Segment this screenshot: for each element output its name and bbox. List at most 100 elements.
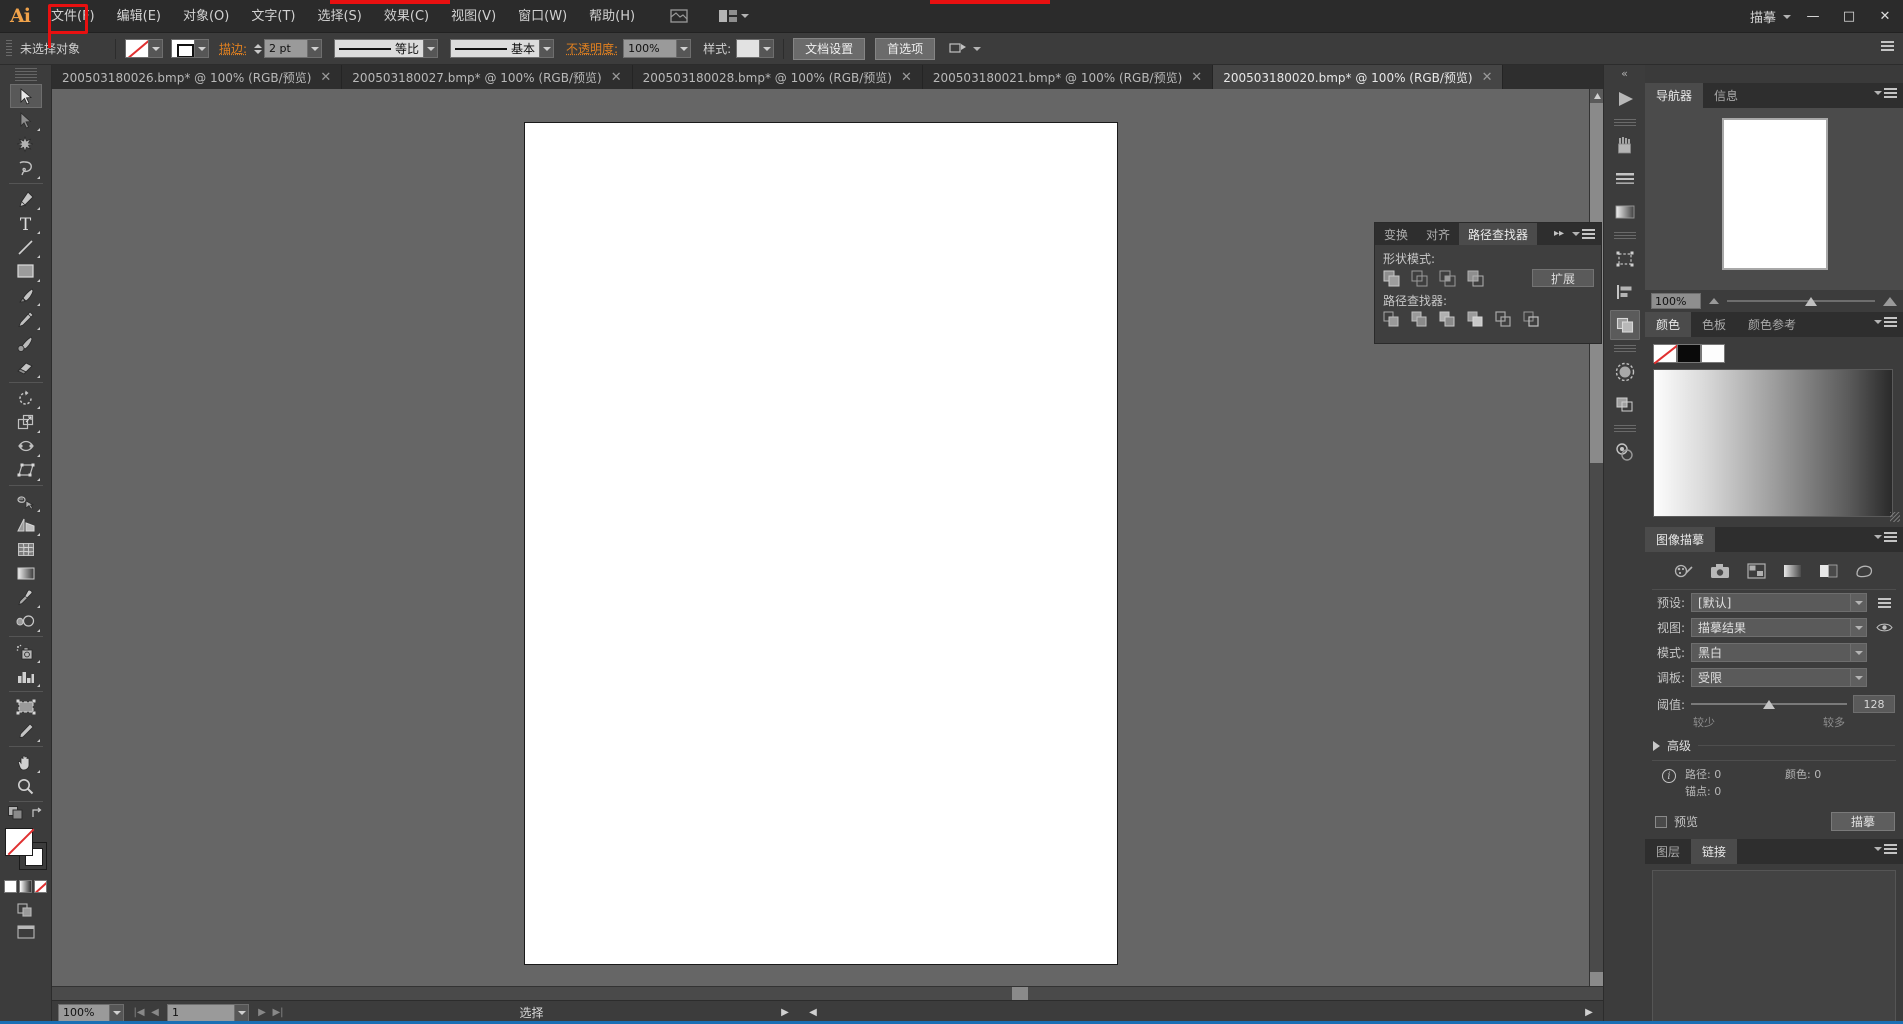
document-tab[interactable]: 200503180026.bmp* @ 100% (RGB/预览) ✕: [52, 65, 343, 89]
control-bar-menu[interactable]: [1881, 41, 1895, 55]
outline-icon[interactable]: [1853, 561, 1875, 581]
prev-page-button[interactable]: ◀: [147, 1004, 163, 1022]
horizontal-scroll-thumb[interactable]: [1012, 987, 1028, 1000]
line-segment-tool[interactable]: [10, 235, 42, 259]
opacity-control[interactable]: 100%: [623, 39, 692, 58]
workspace-switcher[interactable]: 描摹: [1750, 0, 1791, 33]
menu-item-view[interactable]: 视图(V): [440, 0, 507, 33]
dock-group-grip[interactable]: [1613, 425, 1636, 434]
blackwhite-icon[interactable]: [1817, 561, 1839, 581]
fill-stroke-indicator[interactable]: [3, 828, 49, 872]
tab-layers[interactable]: 图层: [1645, 839, 1692, 864]
style-swatch[interactable]: [736, 39, 761, 58]
paintbrush-tool[interactable]: [10, 283, 42, 307]
color-mode-icon[interactable]: [4, 880, 17, 893]
stroke-icon[interactable]: [1610, 164, 1640, 194]
zoom-dropdown-arrow[interactable]: [110, 1003, 124, 1022]
links-list[interactable]: [1652, 870, 1896, 1022]
minus-front-icon[interactable]: [1411, 270, 1428, 287]
menu-item-select[interactable]: 选择(S): [306, 0, 372, 33]
collapse-icon[interactable]: ▸▸: [1554, 228, 1564, 239]
navigator-panel-menu[interactable]: [1874, 88, 1897, 98]
magic-wand-tool[interactable]: [10, 132, 42, 156]
free-transform-tool[interactable]: [10, 458, 42, 482]
palette-select[interactable]: 受限: [1691, 668, 1867, 687]
next-page-button[interactable]: ▶: [254, 1004, 270, 1022]
stroke-dropdown-arrow[interactable]: [195, 39, 209, 58]
intersect-icon[interactable]: [1439, 270, 1456, 287]
color-panel-menu[interactable]: [1874, 317, 1897, 327]
brush-dropdown-arrow[interactable]: [540, 39, 555, 58]
minimize-button[interactable]: —: [1795, 0, 1831, 33]
tab-image-trace[interactable]: 图像描摹: [1645, 527, 1716, 552]
outline-icon[interactable]: [1495, 311, 1512, 328]
trim-icon[interactable]: [1411, 311, 1428, 328]
preset-menu-icon[interactable]: [1873, 597, 1895, 608]
swap-fill-stroke-icon[interactable]: [31, 805, 44, 824]
tab-close-icon[interactable]: ✕: [320, 71, 331, 84]
navigator-zoom-slider[interactable]: [1727, 293, 1875, 309]
bridge-icon[interactable]: [666, 5, 692, 27]
column-graph-tool[interactable]: [10, 664, 42, 688]
panel-resize-grip[interactable]: [1890, 512, 1900, 522]
divide-icon[interactable]: [1383, 311, 1400, 328]
hand-tool[interactable]: [10, 750, 42, 774]
style-dropdown-arrow[interactable]: [760, 39, 775, 58]
tab-align[interactable]: 对齐: [1417, 223, 1459, 245]
drawing-mode-icon[interactable]: [0, 903, 51, 917]
transform-icon[interactable]: [1610, 244, 1640, 274]
tab-close-icon[interactable]: ✕: [1191, 71, 1202, 84]
graphic-styles-icon[interactable]: [1610, 437, 1640, 467]
menu-item-effect[interactable]: 效果(C): [373, 0, 440, 33]
appearance-icon[interactable]: [1610, 390, 1640, 420]
view-eye-icon[interactable]: [1873, 622, 1895, 633]
preview-checkbox[interactable]: [1655, 815, 1667, 828]
dock-group-grip[interactable]: [1613, 119, 1636, 128]
gradient-icon[interactable]: [1610, 197, 1640, 227]
zoom-level-field[interactable]: 100%: [58, 1003, 110, 1022]
profile-dropdown-arrow[interactable]: [424, 39, 439, 58]
stroke-weight-label[interactable]: 描边:: [219, 40, 247, 57]
perspective-grid-tool[interactable]: [10, 513, 42, 537]
mesh-tool[interactable]: [10, 537, 42, 561]
zoom-tool[interactable]: [10, 774, 42, 798]
color-black-swatch[interactable]: [1677, 344, 1701, 363]
auto-color-icon[interactable]: [1673, 561, 1695, 581]
image-trace-panel-menu[interactable]: [1874, 532, 1897, 542]
high-color-icon[interactable]: [1709, 561, 1731, 581]
fill-swatch[interactable]: [125, 39, 149, 58]
preset-select[interactable]: [默认]: [1691, 593, 1867, 612]
advanced-section-toggle[interactable]: 高级: [1645, 730, 1903, 760]
dock-group-grip[interactable]: [1613, 345, 1636, 354]
trace-button[interactable]: 描摹: [1831, 812, 1895, 831]
color-white-swatch[interactable]: [1701, 344, 1725, 363]
lasso-tool[interactable]: [10, 156, 42, 180]
status-menu-arrow[interactable]: ▶: [777, 1004, 793, 1022]
close-button[interactable]: ✕: [1867, 0, 1903, 33]
document-tab[interactable]: 200503180027.bmp* @ 100% (RGB/预览) ✕: [342, 65, 633, 89]
tab-pathfinder[interactable]: 路径查找器: [1459, 223, 1538, 245]
expand-panels-icon[interactable]: «: [1604, 65, 1645, 81]
unite-icon[interactable]: [1383, 270, 1400, 287]
graphic-style-control[interactable]: [736, 39, 775, 58]
first-page-button[interactable]: |◀: [131, 1004, 147, 1022]
grayscale-icon[interactable]: [1781, 561, 1803, 581]
width-tool[interactable]: [10, 434, 42, 458]
vertical-scroll-marker[interactable]: [1590, 972, 1603, 986]
document-tab[interactable]: 200503180021.bmp* @ 100% (RGB/预览) ✕: [922, 65, 1214, 89]
selection-tool[interactable]: [9, 84, 42, 108]
tab-info[interactable]: 信息: [1703, 83, 1750, 108]
tab-close-icon[interactable]: ✕: [1482, 71, 1493, 84]
tab-color-guide[interactable]: 颜色参考: [1737, 312, 1808, 337]
tab-links[interactable]: 链接: [1691, 839, 1738, 864]
brush-definition-control[interactable]: 基本: [450, 39, 555, 58]
pathfinder-panel[interactable]: 变换 对齐 路径查找器 ▸▸ 形状模式: 扩展 路径查找器:: [1374, 222, 1602, 344]
mode-select[interactable]: 黑白: [1691, 643, 1867, 662]
stroke-weight-field[interactable]: 2 pt: [264, 39, 309, 58]
rotate-tool[interactable]: [10, 386, 42, 410]
gradient-tool[interactable]: [10, 561, 42, 585]
horizontal-scrollbar[interactable]: [52, 986, 1603, 1000]
dock-group-grip[interactable]: [1613, 232, 1636, 241]
pen-tool[interactable]: [10, 187, 42, 211]
document-setup-button[interactable]: 文档设置: [793, 37, 866, 60]
